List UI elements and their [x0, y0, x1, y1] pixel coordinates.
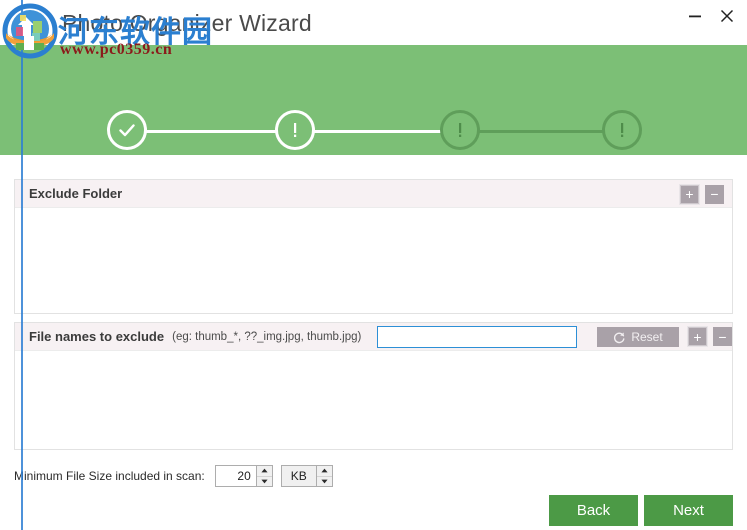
file-names-remove-button[interactable]: −: [713, 327, 732, 346]
back-button[interactable]: Back: [549, 495, 638, 526]
title-bar: Photo Organizer Wizard: [0, 0, 747, 45]
exclude-folder-title: Exclude Folder: [29, 186, 123, 201]
file-names-panel: File names to exclude (eg: thumb_*, ??_i…: [14, 322, 733, 450]
file-names-title: File names to exclude: [29, 329, 165, 344]
min-file-size-arrows: [255, 466, 272, 486]
exclude-folder-remove-button[interactable]: −: [705, 184, 724, 204]
file-names-reset-button[interactable]: Reset: [597, 327, 679, 347]
window-title: Photo Organizer Wizard: [62, 10, 312, 36]
file-names-input[interactable]: [377, 326, 577, 348]
file-names-header: File names to exclude (eg: thumb_*, ??_i…: [15, 323, 732, 351]
close-button[interactable]: [711, 1, 743, 31]
wizard-navigation: Back Next: [549, 495, 733, 526]
file-names-add-button[interactable]: +: [687, 326, 708, 347]
exclude-folder-list[interactable]: [15, 208, 732, 313]
refresh-icon: [613, 331, 626, 344]
check-icon: [107, 110, 147, 150]
min-file-size-stepper[interactable]: 20: [214, 465, 273, 487]
exclamation-icon: [440, 110, 480, 150]
min-file-size-unit-value[interactable]: KB: [281, 466, 316, 486]
exclamation-icon: [602, 110, 642, 150]
exclude-folder-add-button[interactable]: +: [679, 183, 700, 205]
minimize-button[interactable]: [679, 1, 711, 31]
file-names-reset-label: Reset: [631, 330, 663, 344]
file-names-list[interactable]: [15, 351, 732, 449]
exclude-folder-panel: Exclude Folder + −: [14, 179, 733, 314]
min-file-size-unit-increment-button[interactable]: [316, 466, 332, 477]
wizard-stepper: Select Location Organize Settings Import…: [0, 45, 747, 189]
main-content: Exclude Folder + − File names to exclude…: [0, 155, 747, 530]
min-file-size-row: Minimum File Size included in scan: 20 K…: [14, 465, 333, 487]
file-names-hint: (eg: thumb_*, ??_img.jpg, thumb.jpg): [172, 330, 362, 343]
exclude-folder-header: Exclude Folder + −: [15, 180, 732, 208]
window-controls: [679, 0, 743, 32]
next-button[interactable]: Next: [644, 495, 733, 526]
min-file-size-value[interactable]: 20: [215, 466, 256, 486]
exclamation-icon: [275, 110, 315, 150]
exclude-folder-actions: + −: [679, 180, 724, 208]
min-file-size-unit-stepper[interactable]: KB: [280, 465, 333, 487]
min-file-size-label: Minimum File Size included in scan:: [14, 469, 205, 483]
min-file-size-increment-button[interactable]: [256, 466, 272, 477]
min-file-size-unit-arrows: [315, 466, 332, 486]
min-file-size-decrement-button[interactable]: [256, 476, 272, 486]
min-file-size-unit-decrement-button[interactable]: [316, 476, 332, 486]
